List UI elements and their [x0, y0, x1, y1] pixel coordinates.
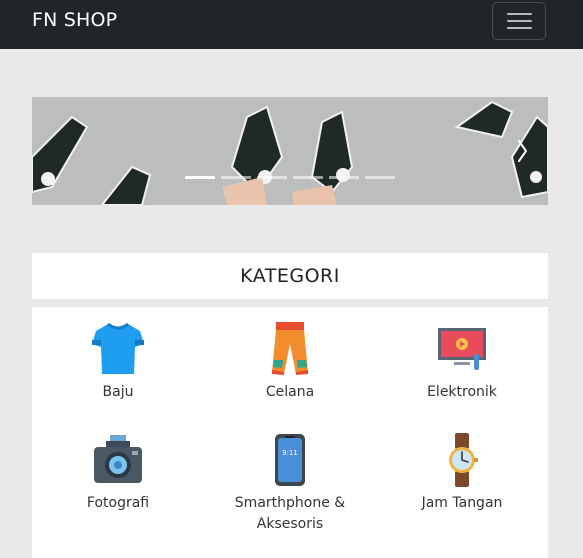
carousel-indicator-2[interactable] [221, 176, 251, 179]
carousel-indicator-3[interactable] [257, 176, 287, 179]
category-item-fotografi[interactable]: Fotografi [33, 433, 203, 514]
category-label: Elektronik [427, 384, 497, 400]
smartphone-icon: 9:11 [275, 434, 305, 486]
chevron-right-icon [518, 140, 527, 162]
category-label: Fotografi [86, 495, 150, 511]
carousel-indicator-1[interactable] [185, 176, 215, 179]
carousel-prev-button[interactable] [32, 97, 92, 205]
carousel-slide-image [32, 97, 548, 205]
category-label: Jam Tangan [421, 495, 503, 511]
category-item-jam-tangan[interactable]: Jam Tangan [377, 433, 547, 514]
category-label: Celana [265, 384, 315, 400]
category-title: KATEGORI [32, 253, 548, 299]
svg-text:9:11: 9:11 [282, 449, 298, 457]
category-label: Baju [102, 384, 134, 400]
category-grid: Baju Celana Elektronik Fotografi 9:11 Sm… [32, 307, 548, 558]
category-item-celana[interactable]: Celana [205, 322, 375, 403]
carousel-indicators [185, 176, 395, 180]
pants-icon [272, 322, 308, 375]
carousel-indicator-6[interactable] [365, 176, 395, 179]
hamburger-menu-icon [507, 13, 532, 30]
camera-icon [94, 435, 142, 483]
brand-logo[interactable]: FN SHOP [32, 9, 117, 31]
category-item-elektronik[interactable]: Elektronik [377, 322, 547, 403]
category-label: Smarthphone & Aksesoris [234, 495, 346, 532]
navbar-toggler-button[interactable] [492, 2, 546, 40]
tshirt-icon [92, 322, 144, 374]
carousel-next-button[interactable] [488, 97, 548, 205]
category-item-smartphone[interactable]: 9:11 Smarthphone & Aksesoris [205, 433, 375, 535]
category-item-baju[interactable]: Baju [33, 322, 203, 403]
navbar: FN SHOP [0, 0, 583, 49]
monitor-icon [438, 328, 486, 370]
wristwatch-icon [449, 433, 478, 487]
banner-carousel[interactable] [32, 97, 548, 205]
carousel-indicator-5[interactable] [329, 176, 359, 179]
carousel-indicator-4[interactable] [293, 176, 323, 179]
